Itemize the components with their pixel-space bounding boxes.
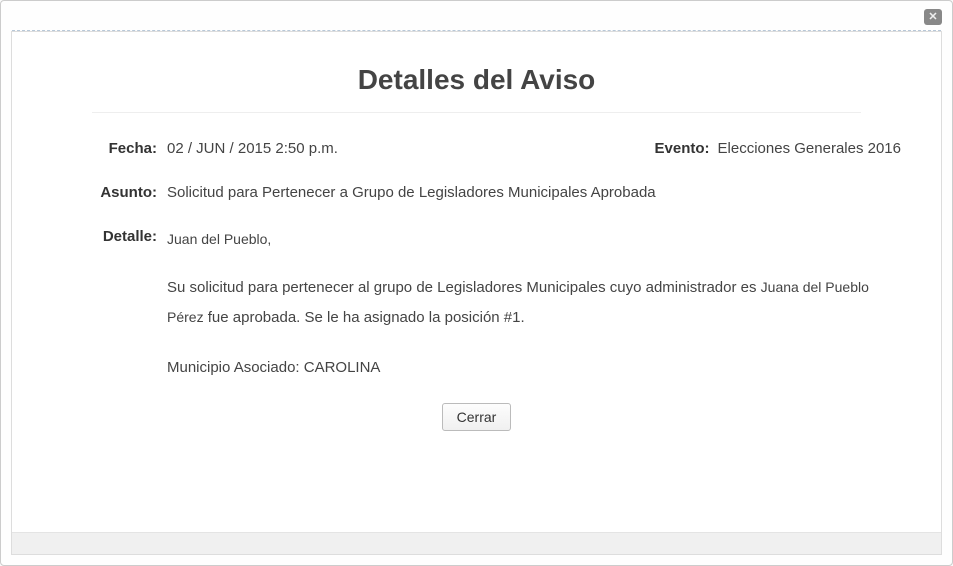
close-icon: ✕ xyxy=(928,12,937,23)
detail-suffix: fue aprobada. Se le ha asignado la posic… xyxy=(204,309,525,326)
value-fecha: 02 / JUN / 2015 2:50 p.m. xyxy=(167,137,495,161)
detail-main: Su solicitud para pertenecer al grupo de… xyxy=(167,273,901,333)
row-asunto: Asunto: Solicitud para Pertenecer a Grup… xyxy=(52,181,901,205)
close-button[interactable]: Cerrar xyxy=(442,403,512,431)
group-evento: Evento: Elecciones Generales 2016 xyxy=(655,137,901,161)
row-detalle: Detalle: Juan del Pueblo, Su solicitud p… xyxy=(52,225,901,383)
label-evento: Evento: xyxy=(655,137,718,161)
label-detalle: Detalle: xyxy=(52,225,167,249)
divider xyxy=(92,112,861,113)
value-detalle: Juan del Pueblo, Su solicitud para perte… xyxy=(167,225,901,383)
dialog-close-icon-button[interactable]: ✕ xyxy=(924,9,942,25)
detail-municipio: Municipio Asociado: CAROLINA xyxy=(167,353,901,383)
button-row: Cerrar xyxy=(52,403,901,431)
page-title: Detalles del Aviso xyxy=(52,64,901,96)
value-asunto: Solicitud para Pertenecer a Grupo de Leg… xyxy=(167,181,901,205)
notice-details-dialog: ✕ Detalles del Aviso Fecha: 02 / JUN / 2… xyxy=(0,0,953,566)
row-fecha-evento: Fecha: 02 / JUN / 2015 2:50 p.m. Evento:… xyxy=(52,137,901,161)
label-asunto: Asunto: xyxy=(52,181,167,205)
label-fecha: Fecha: xyxy=(52,137,167,161)
value-evento: Elecciones Generales 2016 xyxy=(718,137,901,161)
detail-prefix: Su solicitud para pertenecer al grupo de… xyxy=(167,279,761,296)
footer-bar xyxy=(12,532,941,554)
decorative-top-dash xyxy=(12,30,941,32)
dialog-content: Detalles del Aviso Fecha: 02 / JUN / 201… xyxy=(11,31,942,555)
detail-greeting: Juan del Pueblo, xyxy=(167,225,901,253)
